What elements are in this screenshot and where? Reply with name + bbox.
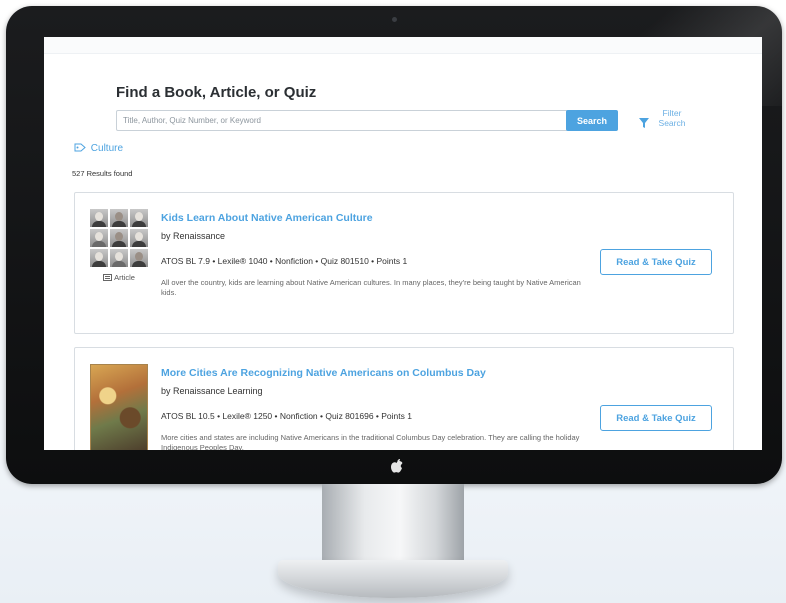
article-icon — [103, 274, 113, 283]
read-take-quiz-button[interactable]: Read & Take Quiz — [600, 405, 712, 431]
top-bar — [44, 37, 762, 54]
read-take-quiz-button[interactable]: Read & Take Quiz — [600, 249, 712, 275]
result-author: by Renaissance Learning — [161, 386, 263, 396]
result-title-link[interactable]: Kids Learn About Native American Culture — [161, 212, 373, 224]
result-meta: ATOS BL 10.5 • Lexile® 1250 • Nonfiction… — [161, 411, 412, 421]
faces-collage-image — [90, 209, 148, 267]
result-type-label: Article — [114, 273, 135, 282]
result-count: 527 Results found — [72, 169, 133, 178]
result-card: More Cities Are Recognizing Native Ameri… — [74, 347, 734, 450]
apple-logo-icon — [390, 458, 406, 476]
result-card: Article Kids Learn About Native American… — [74, 192, 734, 334]
breadcrumb-label: Culture — [90, 143, 124, 154]
filter-search-button[interactable]: Filter Search — [639, 107, 699, 133]
result-author: by Renaissance — [161, 231, 226, 241]
breadcrumb-culture[interactable]: Culture — [74, 143, 123, 155]
result-type: Article — [90, 273, 148, 283]
monitor-stand-base — [278, 560, 508, 598]
result-description: More cities and states are including Nat… — [161, 433, 580, 450]
painting-image — [90, 364, 148, 450]
search-button[interactable]: Search — [566, 110, 618, 131]
filter-search-label: Filter Search — [658, 108, 686, 128]
result-title-link[interactable]: More Cities Are Recognizing Native Ameri… — [161, 367, 486, 379]
funnel-icon — [639, 115, 649, 133]
camera-dot — [392, 17, 397, 22]
result-thumbnail[interactable]: Article — [90, 209, 148, 283]
result-thumbnail[interactable] — [90, 364, 148, 450]
result-meta: ATOS BL 7.9 • Lexile® 1040 • Nonfiction … — [161, 256, 408, 266]
browser-screen: Find a Book, Article, or Quiz Search Fil… — [44, 37, 762, 450]
monitor-bezel: Find a Book, Article, or Quiz Search Fil… — [6, 6, 782, 484]
result-description: All over the country, kids are learning … — [161, 278, 581, 297]
search-input[interactable] — [116, 110, 568, 131]
tag-icon — [74, 143, 86, 155]
page-title: Find a Book, Article, or Quiz — [116, 84, 317, 101]
